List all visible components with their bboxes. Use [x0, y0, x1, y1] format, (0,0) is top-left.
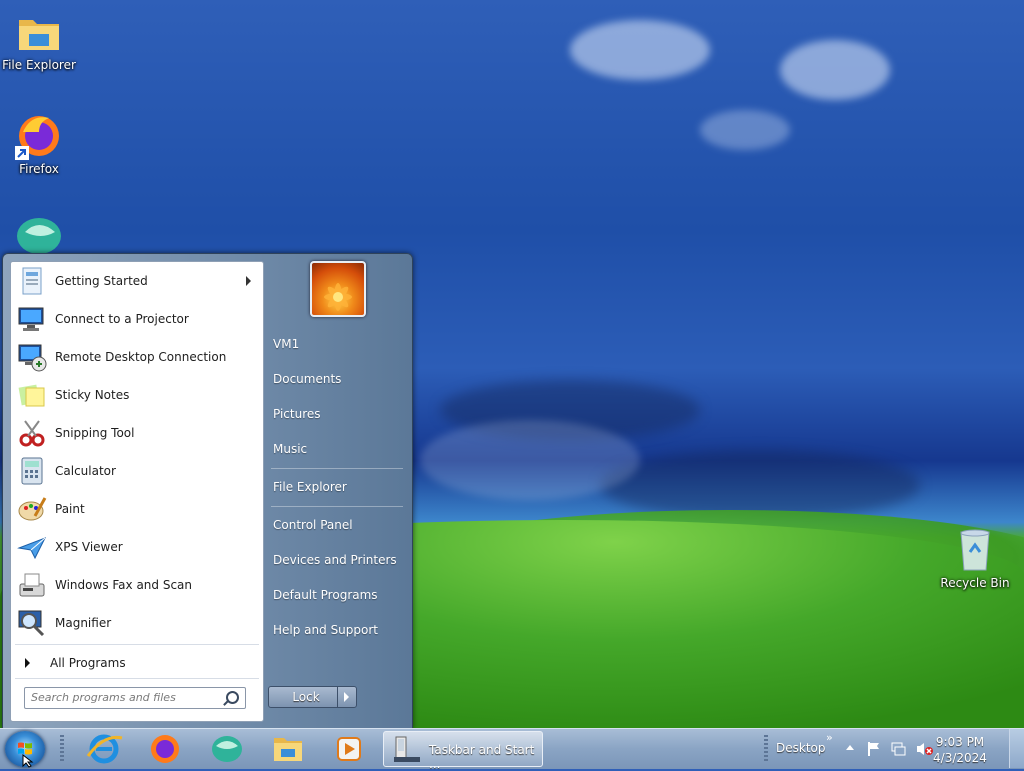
network-icon[interactable]	[891, 741, 907, 757]
start-item-control-panel[interactable]: Control Panel	[273, 512, 403, 538]
sticky-notes-icon	[17, 380, 47, 410]
taskbar-properties-icon	[394, 736, 420, 762]
show-hidden-icons-button[interactable]	[846, 745, 854, 750]
taskbar-task-taskbar-start[interactable]: Taskbar and Start ...	[383, 731, 543, 771]
shutdown-options-button[interactable]	[337, 686, 357, 708]
clock-time: 9:03 PM	[935, 735, 985, 749]
show-desktop-button[interactable]	[1009, 729, 1024, 768]
right-divider	[271, 468, 403, 469]
taskbar-browser[interactable]	[207, 732, 247, 766]
snipping-tool-icon	[17, 418, 47, 448]
search-divider	[15, 678, 259, 679]
program-label: Getting Started	[55, 274, 148, 288]
desktop-icon-file-explorer[interactable]: File Explorer	[1, 8, 77, 72]
media-player-icon	[337, 737, 361, 761]
program-magnifier[interactable]: Magnifier	[13, 605, 261, 641]
all-programs-label: All Programs	[50, 656, 126, 670]
program-label: Magnifier	[55, 616, 112, 630]
taskbar-file-explorer[interactable]	[268, 732, 308, 766]
program-paint[interactable]: Paint	[13, 491, 261, 527]
task-label: Taskbar and Start ...	[429, 743, 535, 771]
expand-arrow-icon	[25, 658, 30, 668]
browser-icon	[212, 736, 242, 762]
program-label: Calculator	[55, 464, 116, 478]
desktop-toolbar[interactable]: Desktop	[776, 741, 826, 755]
start-item-music[interactable]: Music	[273, 436, 403, 462]
program-calculator[interactable]: Calculator	[13, 453, 261, 489]
start-item-devices-printers[interactable]: Devices and Printers	[273, 547, 403, 573]
start-menu-programs-pane: Getting Started Connect to a Projector R…	[10, 261, 264, 722]
program-label: Snipping Tool	[55, 426, 135, 440]
paint-icon	[17, 494, 47, 524]
right-divider	[271, 506, 403, 507]
lock-button[interactable]: Lock	[268, 686, 344, 708]
desktop-icon-label: Recycle Bin	[940, 576, 1010, 590]
program-label: Remote Desktop Connection	[55, 350, 227, 364]
desktop-icon-firefox[interactable]: Firefox	[1, 112, 77, 176]
program-xps-viewer[interactable]: XPS Viewer	[13, 529, 261, 565]
shortcut-arrow-icon	[15, 146, 29, 160]
start-item-help-support[interactable]: Help and Support	[273, 617, 403, 643]
recycle-bin-icon	[951, 526, 999, 574]
mouse-cursor-icon	[22, 754, 34, 768]
taskbar-media-player[interactable]	[329, 732, 369, 766]
program-label: XPS Viewer	[55, 540, 123, 554]
fax-scan-icon	[17, 570, 47, 600]
programs-divider	[15, 644, 259, 645]
program-sticky-notes[interactable]: Sticky Notes	[13, 377, 261, 413]
toolbar-chevron-icon[interactable]: »	[826, 731, 833, 744]
desktop-icon-recycle-bin[interactable]: Recycle Bin	[937, 526, 1013, 590]
file-explorer-icon	[274, 738, 302, 761]
calculator-icon	[17, 456, 47, 486]
program-label: Windows Fax and Scan	[55, 578, 193, 592]
taskbar-grip[interactable]	[60, 735, 64, 763]
start-item-file-explorer[interactable]: File Explorer	[273, 474, 403, 500]
search-placeholder: Search programs and files	[31, 691, 176, 704]
magnifier-icon	[17, 608, 47, 638]
program-label: Connect to a Projector	[55, 312, 189, 326]
program-getting-started[interactable]: Getting Started	[13, 263, 261, 299]
all-programs-button[interactable]: All Programs	[13, 651, 261, 675]
taskbar-firefox[interactable]	[145, 732, 185, 766]
firefox-icon	[151, 735, 179, 763]
start-item-pictures[interactable]: Pictures	[273, 401, 403, 427]
taskbar: Taskbar and Start ... Desktop » 9:03 PM …	[0, 728, 1024, 771]
start-menu: Getting Started Connect to a Projector R…	[2, 253, 413, 729]
search-icon	[226, 691, 239, 704]
start-item-user[interactable]: VM1	[273, 331, 403, 357]
user-avatar[interactable]	[310, 261, 366, 317]
start-item-documents[interactable]: Documents	[273, 366, 403, 392]
xps-viewer-icon	[17, 532, 47, 562]
submenu-arrow-icon	[246, 276, 251, 286]
desktop-icon-label: Firefox	[19, 162, 59, 176]
action-center-flag-icon[interactable]	[866, 741, 882, 757]
desktop-icon-label: File Explorer	[2, 58, 76, 72]
program-label: Sticky Notes	[55, 388, 130, 402]
search-input[interactable]: Search programs and files	[24, 687, 246, 709]
program-label: Paint	[55, 502, 85, 516]
start-item-default-programs[interactable]: Default Programs	[273, 582, 403, 608]
program-fax-and-scan[interactable]: Windows Fax and Scan	[13, 567, 261, 603]
program-connect-to-projector[interactable]: Connect to a Projector	[13, 301, 261, 337]
projector-icon	[17, 304, 47, 334]
program-snipping-tool[interactable]: Snipping Tool	[13, 415, 261, 451]
getting-started-icon	[17, 266, 47, 296]
remote-desktop-icon	[17, 342, 47, 372]
clock-date: 4/3/2024	[933, 751, 987, 765]
toolbar-grip[interactable]	[764, 735, 768, 763]
firefox-icon	[15, 112, 63, 160]
file-explorer-icon	[15, 8, 63, 56]
clock[interactable]: 9:03 PM 4/3/2024	[930, 734, 990, 766]
program-remote-desktop[interactable]: Remote Desktop Connection	[13, 339, 261, 375]
taskbar-internet-explorer[interactable]	[84, 732, 124, 766]
internet-explorer-icon	[86, 734, 123, 764]
